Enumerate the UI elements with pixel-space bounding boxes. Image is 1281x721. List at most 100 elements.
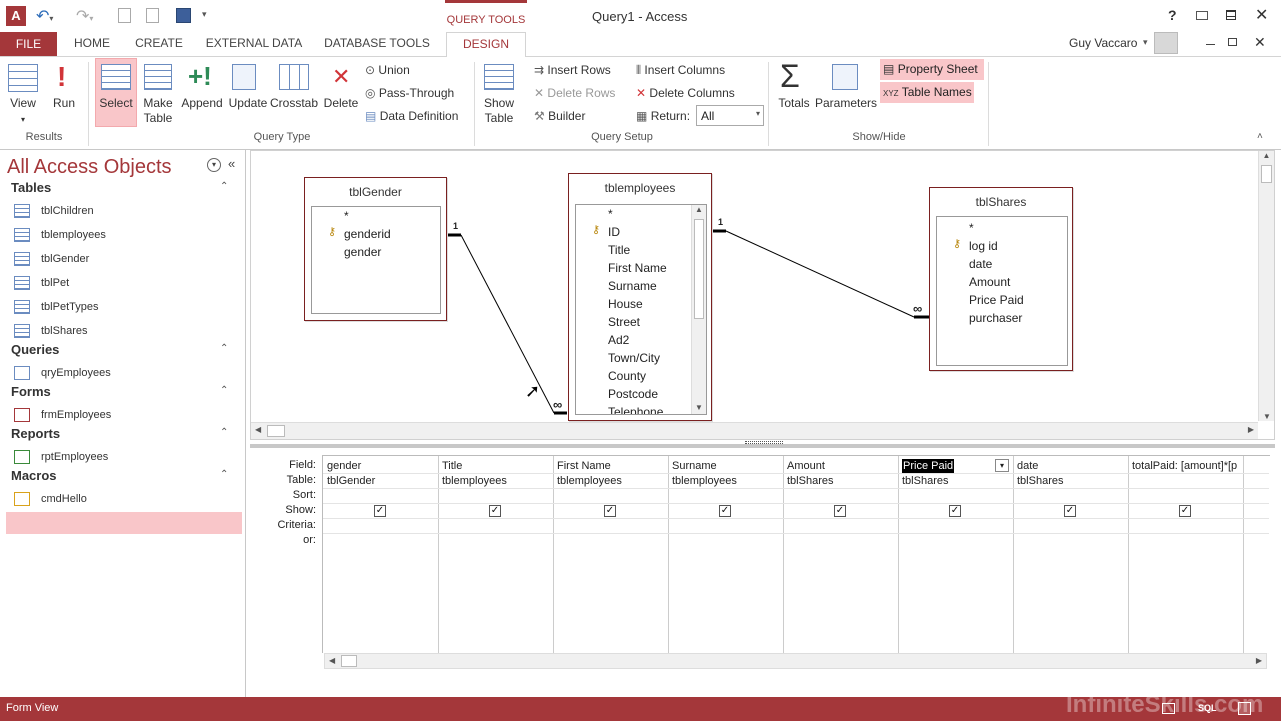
undo-icon[interactable]: ↶▾	[36, 6, 53, 26]
close-icon[interactable]: ✕	[1255, 5, 1268, 25]
grid-table-cell[interactable]: tblShares	[1017, 474, 1126, 488]
table-box-gender[interactable]: tblGender * ⚷ genderid gender	[304, 177, 447, 321]
sql-view-button[interactable]: SQL	[1198, 703, 1217, 713]
field-item[interactable]: genderid	[344, 225, 391, 243]
doc-restore-icon[interactable]	[1228, 38, 1237, 46]
field-item[interactable]: Surname	[608, 277, 657, 295]
grid-table-cell[interactable]: tblShares	[787, 474, 896, 488]
show-checkbox[interactable]: ✓	[374, 505, 386, 517]
table-box-shares[interactable]: tblShares * ⚷ log id date Amount Price P…	[929, 187, 1073, 371]
show-checkbox[interactable]: ✓	[834, 505, 846, 517]
delete-rows-button[interactable]: ✕ Delete Rows	[534, 83, 615, 103]
nav-item[interactable]: tblChildren	[6, 200, 242, 222]
nav-item[interactable]: rptEmployees	[6, 446, 242, 468]
field-item[interactable]: *	[969, 219, 974, 237]
help-icon[interactable]: ?	[1168, 7, 1177, 23]
field-item[interactable]: House	[608, 295, 643, 313]
scroll-thumb[interactable]	[267, 425, 285, 437]
vertical-scrollbar[interactable]: ▲ ▼	[1258, 151, 1274, 421]
maximize-icon[interactable]	[1226, 10, 1236, 20]
scroll-left-icon[interactable]: ◀	[329, 656, 335, 665]
nav-item[interactable]: tblPetTypes	[6, 296, 242, 318]
tab-database-tools[interactable]: DATABASE TOOLS	[318, 32, 436, 57]
grid-table-cell[interactable]	[1132, 474, 1241, 488]
datasheet-view-icon[interactable]	[1162, 703, 1175, 714]
table-box-employees[interactable]: tblemployees * ID ⚷ Title First Name Surname H…	[568, 173, 712, 421]
show-checkbox[interactable]: ✓	[949, 505, 961, 517]
make-table-button[interactable]: Make Table	[138, 96, 178, 126]
show-checkbox[interactable]: ✓	[1179, 505, 1191, 517]
view-icon[interactable]	[8, 64, 38, 92]
run-button[interactable]: Run	[48, 96, 80, 111]
scroll-left-icon[interactable]: ◀	[255, 425, 261, 434]
nav-item[interactable]: tblShares	[6, 320, 242, 342]
return-select[interactable]: All ▾	[696, 105, 764, 126]
scroll-down-icon[interactable]: ▼	[1263, 412, 1271, 421]
grid-horizontal-scrollbar[interactable]: ◀ ▶	[324, 653, 1267, 669]
show-checkbox[interactable]: ✓	[719, 505, 731, 517]
grid-table-cell[interactable]: tblShares	[902, 474, 1011, 488]
save-icon[interactable]	[176, 8, 191, 23]
grid-field-cell[interactable]: Title	[442, 459, 551, 473]
append-button[interactable]: Append	[178, 96, 226, 111]
nav-section-macros[interactable]: Macros	[11, 468, 57, 483]
customize-qat-icon[interactable]: ▾	[202, 9, 207, 20]
scroll-up-icon[interactable]: ▲	[1259, 151, 1274, 160]
field-item[interactable]: gender	[344, 243, 381, 261]
shutter-bar-icon[interactable]: «	[228, 156, 235, 171]
user-name[interactable]: Guy Vaccaro	[1069, 36, 1137, 50]
insert-rows-button[interactable]: ⇉ Insert Rows	[534, 60, 611, 80]
tab-file[interactable]: FILE	[0, 32, 57, 56]
nav-item[interactable]: frmEmployees	[6, 404, 242, 426]
grid-field-cell[interactable]: date	[1017, 459, 1126, 473]
nav-item[interactable]: tblemployees	[6, 224, 242, 246]
ribbon-display-icon[interactable]	[1196, 11, 1208, 20]
update-button[interactable]: Update	[226, 96, 270, 111]
show-checkbox[interactable]: ✓	[604, 505, 616, 517]
quick-print-icon[interactable]	[146, 8, 159, 23]
field-item[interactable]: Town/City	[608, 349, 660, 367]
scroll-up-icon[interactable]: ▲	[692, 205, 706, 214]
scroll-down-icon[interactable]: ▼	[695, 403, 703, 412]
nav-title[interactable]: All Access Objects	[7, 156, 172, 179]
field-scrollbar[interactable]: ▲ ▼	[691, 205, 706, 414]
show-checkbox[interactable]: ✓	[489, 505, 501, 517]
collapse-section-icon[interactable]: ⌃	[220, 469, 228, 480]
nav-menu-icon[interactable]: ▾	[207, 158, 221, 172]
collapse-section-icon[interactable]: ⌃	[220, 181, 228, 192]
tab-home[interactable]: HOME	[64, 32, 120, 57]
table-title[interactable]: tblShares	[930, 188, 1072, 216]
show-table-button[interactable]: Show Table	[478, 96, 520, 126]
tab-create[interactable]: CREATE	[128, 32, 190, 57]
crosstab-button[interactable]: Crosstab	[268, 96, 320, 111]
field-item[interactable]: Postcode	[608, 385, 658, 403]
union-button[interactable]: ⊙ Union	[365, 60, 410, 80]
print-preview-icon[interactable]	[118, 8, 131, 23]
field-item[interactable]: date	[969, 255, 992, 273]
data-definition-button[interactable]: ▤ Data Definition	[365, 106, 458, 126]
horizontal-scrollbar[interactable]: ◀ ▶	[251, 422, 1258, 439]
field-item[interactable]: Title	[608, 241, 630, 259]
nav-section-reports[interactable]: Reports	[11, 426, 60, 441]
field-item[interactable]: Ad2	[608, 331, 629, 349]
totals-button[interactable]: Totals	[774, 96, 814, 111]
scroll-thumb[interactable]	[694, 219, 704, 319]
field-item[interactable]: County	[608, 367, 646, 385]
grid-field-cell[interactable]: totalPaid: [amount]*[p	[1132, 459, 1241, 473]
scroll-thumb[interactable]	[1261, 165, 1272, 183]
tab-design[interactable]: DESIGN	[446, 32, 526, 58]
nav-item[interactable]: tblPet	[6, 272, 242, 294]
grid-field-cell[interactable]: Surname	[672, 459, 781, 473]
design-view-icon[interactable]	[1238, 702, 1251, 715]
grid-table-cell[interactable]: tblemployees	[672, 474, 781, 488]
nav-item[interactable]: cmdHello	[6, 488, 242, 510]
field-item[interactable]: Telephone	[608, 403, 663, 414]
field-item[interactable]: ID	[608, 223, 620, 241]
scroll-right-icon[interactable]: ▶	[1256, 656, 1262, 665]
field-item[interactable]: First Name	[608, 259, 667, 277]
insert-columns-button[interactable]: ⫴ Insert Columns	[636, 60, 725, 80]
field-item[interactable]: *	[344, 207, 349, 225]
chevron-down-icon[interactable]: ▾	[756, 109, 760, 118]
grid-field-cell[interactable]: First Name	[557, 459, 666, 473]
collapse-ribbon-icon[interactable]: ˄	[1257, 131, 1263, 142]
